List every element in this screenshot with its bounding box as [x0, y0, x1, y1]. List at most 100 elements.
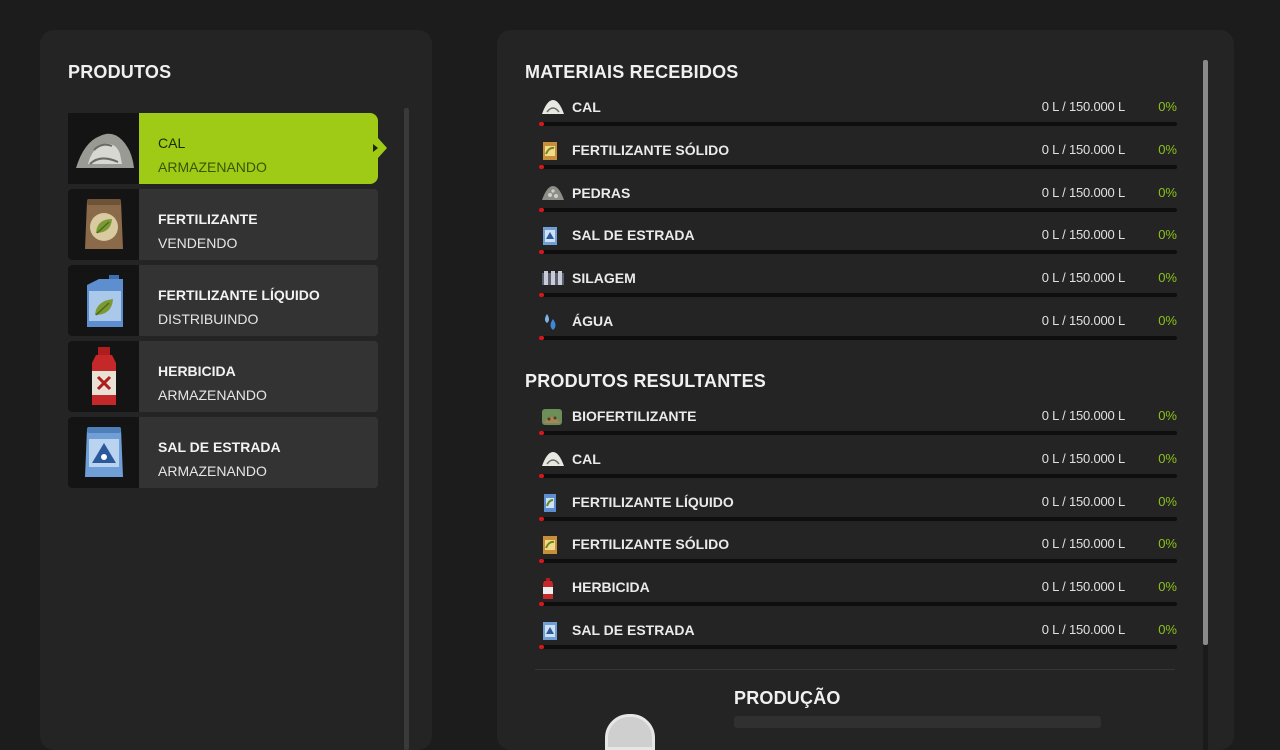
material-amount: 0 L / 150.000 L: [1041, 493, 1125, 509]
chevron-right-icon: [373, 144, 378, 152]
lime-icon: [541, 450, 564, 468]
fill-level-marker: [539, 559, 544, 564]
material-label: FERTILIZANTE LÍQUIDO: [572, 493, 734, 510]
material-row: PEDRAS 0 L / 150.000 L 0%: [537, 180, 1177, 222]
product-name: FERTILIZANTE: [158, 211, 258, 227]
material-row: SAL DE ESTRADA 0 L / 150.000 L 0%: [537, 222, 1177, 264]
material-label: PEDRAS: [572, 184, 631, 201]
material-amount: 0 L / 150.000 L: [1041, 99, 1125, 114]
fill-level-bar: [539, 431, 1177, 435]
products-scrollbar[interactable]: [404, 108, 409, 750]
resulting-products-title: PRODUTOS RESULTANTES: [525, 371, 767, 391]
material-percent: 0%: [1158, 227, 1177, 243]
fill-level-bar: [539, 645, 1177, 649]
product-name: SAL DE ESTRADA: [158, 439, 281, 455]
solid-fertilizer-icon: [541, 141, 559, 160]
fill-level-marker: [539, 122, 544, 126]
liquid-fertilizer-canister-icon: [68, 265, 139, 336]
material-percent: 0%: [1158, 313, 1177, 328]
fill-level-marker: [539, 164, 544, 169]
material-label: BIOFERTILIZANTE: [572, 408, 697, 424]
fill-level-marker: [539, 516, 544, 521]
product-name: CAL: [158, 135, 186, 151]
material-percent: 0%: [1158, 579, 1177, 595]
product-status: ARMAZENANDO: [158, 159, 267, 175]
fill-level-bar: [539, 122, 1177, 126]
road-salt-icon: [541, 226, 559, 246]
production-bar: [734, 716, 1101, 728]
material-amount: 0 L / 150.000 L: [1041, 536, 1125, 552]
material-label: CAL: [572, 450, 601, 467]
stones-icon: [541, 184, 564, 202]
material-percent: 0%: [1158, 536, 1177, 552]
fill-level-bar: [539, 164, 1177, 169]
product-item-fertilizante[interactable]: FERTILIZANTE VENDENDO: [68, 189, 378, 260]
liquid-fertilizer-icon: [541, 493, 559, 512]
products-panel: PRODUTOS CAL ARMAZENANDO FERTILIZANTE VE…: [40, 30, 432, 750]
details-panel: MATERIAIS RECEBIDOS CAL 0 L / 150.000 L 0%…: [497, 30, 1234, 750]
production-title: PRODUÇÃO: [734, 688, 841, 708]
material-amount: 0 L / 150.000 L: [1041, 622, 1125, 637]
fill-level-marker: [539, 293, 544, 298]
fill-level-marker: [539, 431, 544, 435]
product-item-fertilizante-liquido[interactable]: FERTILIZANTE LÍQUIDO DISTRIBUINDO: [68, 265, 378, 336]
fertilizer-bag-icon: [68, 189, 139, 260]
material-label: CAL: [572, 99, 601, 115]
material-percent: 0%: [1158, 493, 1177, 509]
fill-level-bar: [539, 516, 1177, 521]
product-status: ARMAZENANDO: [158, 387, 267, 403]
material-row: HERBICIDA 0 L / 150.000 L 0%: [537, 574, 1177, 616]
material-row: CAL 0 L / 150.000 L 0%: [537, 94, 1177, 136]
material-amount: 0 L / 150.000 L: [1041, 313, 1125, 328]
fill-level-marker: [539, 250, 544, 255]
water-drops-icon: [541, 312, 559, 330]
biofertilizer-icon: [541, 407, 562, 425]
fill-level-marker: [539, 336, 544, 340]
fill-level-bar: [539, 336, 1177, 340]
material-row: SILAGEM 0 L / 150.000 L 0%: [537, 265, 1177, 307]
material-row: FERTILIZANTE SÓLIDO 0 L / 150.000 L 0%: [537, 531, 1177, 573]
details-scrollbar-thumb[interactable]: [1203, 60, 1208, 645]
material-label: SAL DE ESTRADA: [572, 622, 695, 638]
fill-level-bar: [539, 250, 1177, 255]
herbicide-bottle-icon: [68, 341, 139, 412]
material-label: SILAGEM: [572, 270, 636, 287]
material-label: HERBICIDA: [572, 579, 650, 596]
material-percent: 0%: [1158, 270, 1177, 286]
road-salt-icon: [541, 621, 559, 640]
solid-fertilizer-icon: [541, 535, 559, 555]
fill-level-bar: [539, 293, 1177, 298]
product-status: DISTRIBUINDO: [158, 311, 259, 327]
silage-icon: [541, 269, 564, 287]
products-title: PRODUTOS: [68, 62, 172, 82]
product-item-cal[interactable]: CAL ARMAZENANDO: [68, 113, 387, 184]
material-percent: 0%: [1158, 184, 1177, 200]
material-row: FERTILIZANTE LÍQUIDO 0 L / 150.000 L 0%: [537, 489, 1177, 531]
fill-level-bar: [539, 602, 1177, 607]
section-divider: [535, 669, 1175, 670]
material-row: SAL DE ESTRADA 0 L / 150.000 L 0%: [537, 617, 1177, 659]
product-item-sal-de-estrada[interactable]: SAL DE ESTRADA ARMAZENANDO: [68, 417, 378, 488]
fill-level-bar: [539, 207, 1177, 212]
material-row: BIOFERTILIZANTE 0 L / 150.000 L 0%: [537, 403, 1177, 445]
material-amount: 0 L / 150.000 L: [1041, 579, 1125, 595]
fill-level-bar: [539, 559, 1177, 564]
product-name: HERBICIDA: [158, 363, 236, 379]
details-scrollbar[interactable]: [1203, 60, 1208, 750]
fill-level-marker: [539, 207, 544, 212]
production-icon: [605, 714, 655, 750]
material-percent: 0%: [1158, 450, 1177, 466]
material-amount: 0 L / 150.000 L: [1041, 227, 1125, 243]
product-name: FERTILIZANTE LÍQUIDO: [158, 287, 320, 303]
herbicide-icon: [541, 578, 559, 600]
fill-level-bar: [539, 473, 1177, 478]
material-percent: 0%: [1158, 141, 1177, 157]
product-status: ARMAZENANDO: [158, 463, 267, 479]
material-label: SAL DE ESTRADA: [572, 227, 695, 244]
product-item-herbicida[interactable]: HERBICIDA ARMAZENANDO: [68, 341, 378, 412]
material-row: CAL 0 L / 150.000 L 0%: [537, 446, 1177, 488]
fill-level-marker: [539, 602, 544, 607]
products-scrollbar-thumb[interactable]: [404, 108, 409, 750]
material-amount: 0 L / 150.000 L: [1041, 408, 1125, 423]
material-row: FERTILIZANTE SÓLIDO 0 L / 150.000 L 0%: [537, 137, 1177, 179]
